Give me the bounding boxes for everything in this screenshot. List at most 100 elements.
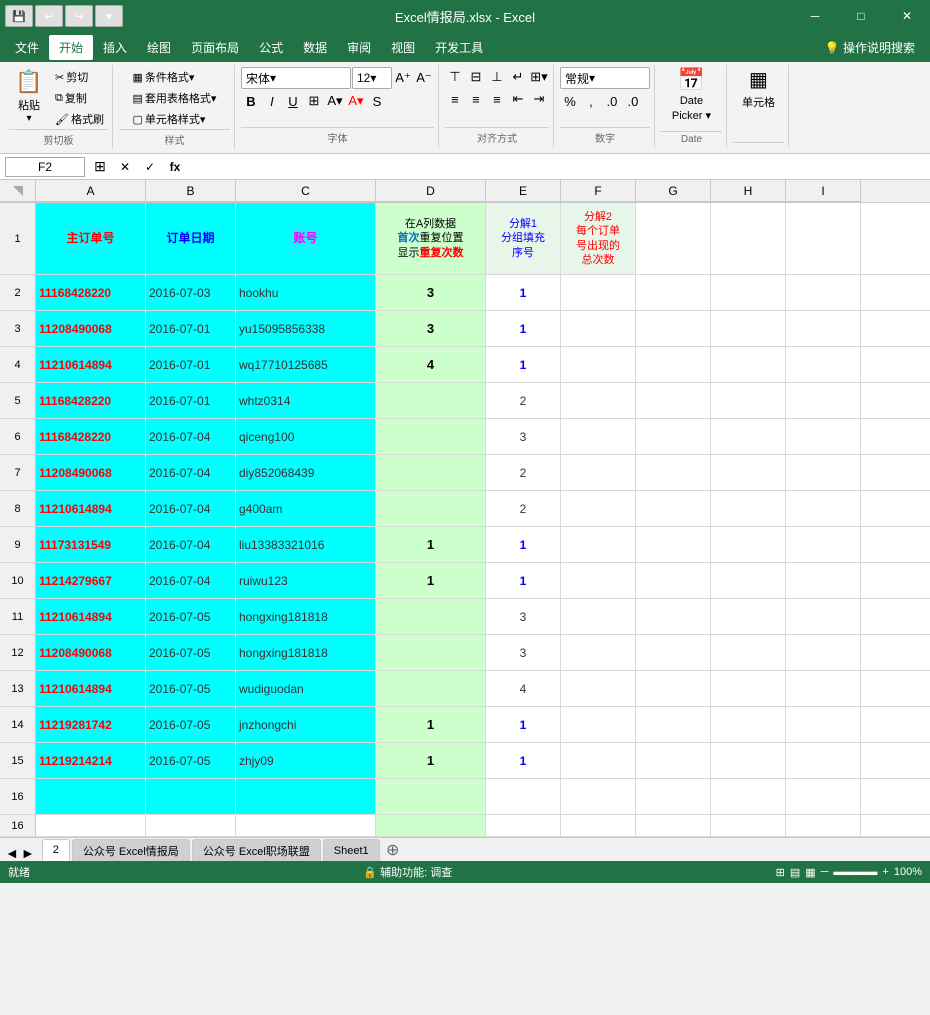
cell-format-icon[interactable]: ▦ [749, 67, 768, 92]
window-controls[interactable]: 💾 ↩ ↪ ▾ [5, 5, 123, 27]
cell-b10[interactable]: 2016-07-04 [146, 563, 236, 598]
wrap-text-btn[interactable]: ↵ [508, 67, 528, 87]
cell-i11[interactable] [786, 599, 861, 634]
cell-b2[interactable]: 2016-07-03 [146, 275, 236, 310]
cell-b16[interactable] [146, 815, 236, 836]
cell-e10[interactable]: 1 [486, 563, 561, 598]
cell-e3[interactable]: 1 [486, 311, 561, 346]
cell-e9[interactable]: 1 [486, 527, 561, 562]
row-header-1[interactable]: 1 [0, 203, 36, 274]
cell-d6[interactable] [376, 419, 486, 454]
cut-button[interactable]: ✂剪切 [51, 67, 108, 87]
align-right-btn[interactable]: ≡ [487, 89, 507, 109]
paste-button[interactable]: 📋 粘贴 ▾ [9, 67, 49, 126]
underline-button[interactable]: U [283, 91, 303, 111]
cell-e2[interactable]: 1 [486, 275, 561, 310]
minimize-btn[interactable]: ─ [792, 0, 838, 32]
cell-b5[interactable]: 2016-07-01 [146, 383, 236, 418]
cell-a14[interactable]: 11219281742 [36, 707, 146, 742]
cell-b7[interactable]: 2016-07-04 [146, 455, 236, 490]
cell-d5[interactable] [376, 383, 486, 418]
cell-d16[interactable] [376, 779, 486, 814]
row-header-8[interactable]: 8 [0, 491, 36, 526]
cell-b9[interactable]: 2016-07-04 [146, 527, 236, 562]
cell-g6[interactable] [636, 419, 711, 454]
row-header-13[interactable]: 13 [0, 671, 36, 706]
cell-i15[interactable] [786, 743, 861, 778]
save-btn[interactable]: 💾 [5, 5, 33, 27]
align-top-btn[interactable]: ⊤ [445, 67, 465, 87]
sheet-nav-next[interactable]: ► [21, 845, 35, 861]
cell-c1[interactable]: 账号 [236, 203, 376, 274]
cell-a15[interactable]: 11219214214 [36, 743, 146, 778]
sheet-tab-excel-qibao[interactable]: 公众号 Excel情报局 [72, 839, 190, 861]
cell-h1[interactable] [711, 203, 786, 274]
bold-button[interactable]: B [241, 91, 261, 111]
menu-review[interactable]: 审阅 [337, 35, 381, 60]
cell-f2[interactable] [561, 275, 636, 310]
cell-e15[interactable]: 1 [486, 743, 561, 778]
align-middle-btn[interactable]: ⊟ [466, 67, 486, 87]
cell-d2[interactable]: 3 [376, 275, 486, 310]
col-header-b[interactable]: B [146, 180, 236, 202]
row-header-16[interactable]: 16 [0, 779, 36, 814]
cell-g8[interactable] [636, 491, 711, 526]
cell-g5[interactable] [636, 383, 711, 418]
cell-f4[interactable] [561, 347, 636, 382]
cell-d10[interactable]: 1 [376, 563, 486, 598]
sheet-nav-prev[interactable]: ◄ [5, 845, 19, 861]
add-sheet-button[interactable]: ⊕ [382, 839, 404, 861]
cell-f9[interactable] [561, 527, 636, 562]
cell-f10[interactable] [561, 563, 636, 598]
cell-h11[interactable] [711, 599, 786, 634]
cell-a6[interactable]: 11168428220 [36, 419, 146, 454]
formula-input[interactable] [190, 157, 925, 177]
row-header-6[interactable]: 6 [0, 419, 36, 454]
cell-i14[interactable] [786, 707, 861, 742]
row-header-2[interactable]: 2 [0, 275, 36, 310]
dec-dec-btn[interactable]: .0 [623, 91, 643, 111]
cell-g13[interactable] [636, 671, 711, 706]
cell-h15[interactable] [711, 743, 786, 778]
table-format-button[interactable]: ▤ 套用表格格式▾ [129, 88, 221, 108]
cell-b16[interactable] [146, 779, 236, 814]
cell-a16[interactable] [36, 779, 146, 814]
font-inc-btn[interactable]: A⁺ [393, 68, 413, 88]
cell-b3[interactable]: 2016-07-01 [146, 311, 236, 346]
cell-g12[interactable] [636, 635, 711, 670]
page-break-btn[interactable]: ▦ [805, 866, 815, 879]
cell-i4[interactable] [786, 347, 861, 382]
cell-c9[interactable]: liu13383321016 [236, 527, 376, 562]
cell-a5[interactable]: 11168428220 [36, 383, 146, 418]
cell-g16[interactable] [636, 815, 711, 836]
cell-d12[interactable] [376, 635, 486, 670]
cell-f13[interactable] [561, 671, 636, 706]
cell-c3[interactable]: yu15095856338 [236, 311, 376, 346]
cell-e16[interactable] [486, 815, 561, 836]
cell-a3[interactable]: 11208490068 [36, 311, 146, 346]
row-header-9[interactable]: 9 [0, 527, 36, 562]
cell-a13[interactable]: 11210614894 [36, 671, 146, 706]
indent-dec-btn[interactable]: ⇤ [508, 89, 528, 109]
cell-e13[interactable]: 4 [486, 671, 561, 706]
cell-c8[interactable]: g400am [236, 491, 376, 526]
row-header-11[interactable]: 11 [0, 599, 36, 634]
row-header-16[interactable]: 16 [0, 815, 36, 836]
row-header-15[interactable]: 15 [0, 743, 36, 778]
cell-f8[interactable] [561, 491, 636, 526]
cell-f14[interactable] [561, 707, 636, 742]
cell-f16[interactable] [561, 815, 636, 836]
cell-d11[interactable] [376, 599, 486, 634]
calendar-icon[interactable]: 📅 [678, 67, 705, 93]
cell-g7[interactable] [636, 455, 711, 490]
cell-d7[interactable] [376, 455, 486, 490]
cell-g4[interactable] [636, 347, 711, 382]
menu-formula[interactable]: 公式 [249, 35, 293, 60]
row-header-7[interactable]: 7 [0, 455, 36, 490]
col-header-d[interactable]: D [376, 180, 486, 202]
merge-btn[interactable]: ⊞▾ [529, 67, 549, 87]
menu-pagelayout[interactable]: 页面布局 [181, 35, 249, 60]
cell-a2[interactable]: 11168428220 [36, 275, 146, 310]
cell-e6[interactable]: 3 [486, 419, 561, 454]
undo-btn[interactable]: ↩ [35, 5, 63, 27]
